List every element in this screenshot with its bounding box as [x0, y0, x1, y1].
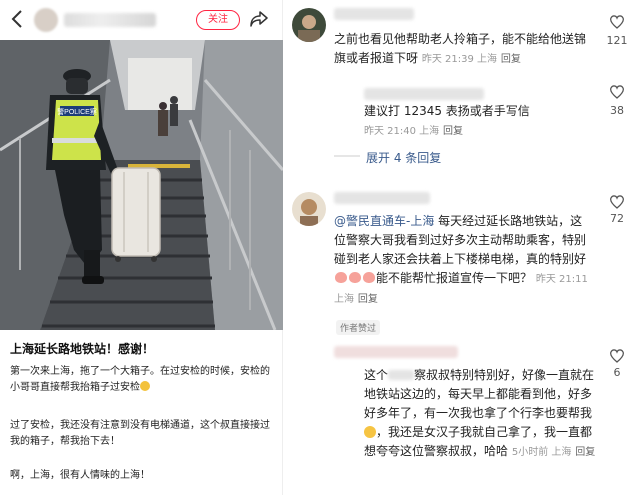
post-photo[interactable]: 警POLICE察 [0, 40, 283, 330]
post-paragraph-1: 第一次来上海，拖了一个大箱子。在过安检的时候，安检的小哥哥直接帮我抬箱子过安检 [10, 366, 270, 393]
reply-button[interactable]: 回复 [501, 54, 521, 65]
like-count: 38 [610, 104, 624, 117]
police-vest-label: 警POLICE察 [57, 107, 97, 116]
heart-icon[interactable] [609, 348, 625, 363]
follow-button[interactable]: 关注 [196, 10, 240, 30]
commenter-name-redacted [334, 346, 458, 358]
mention-link[interactable]: @警民直通车-上海 [334, 214, 434, 228]
like-count: 72 [610, 212, 624, 225]
post-header: 关注 [0, 0, 283, 40]
staircase-scene: 警POLICE察 [0, 40, 283, 330]
post-paragraph-2: 过了安检，我还没有注意到没有电梯通道，这个叔直接接过我的箱子，帮我抬下去！ [10, 420, 270, 447]
reply-button[interactable]: 回复 [575, 447, 595, 458]
comment-3: @警民直通车-上海 每天经过延长路地铁站，这位警察大哥我看到过好多次主动帮助乘客… [334, 214, 588, 305]
author-liked-badge: 作者赞过 [336, 320, 381, 335]
redacted-text [388, 370, 415, 380]
commenter-name-redacted [364, 88, 484, 100]
reply-button[interactable]: 回复 [358, 294, 378, 305]
commenter-name-redacted [334, 192, 430, 204]
comment-time: 昨天 21:40 上海 [364, 126, 440, 137]
crying-emoji-icon [364, 426, 376, 438]
like-count: 121 [606, 34, 628, 47]
back-arrow-icon[interactable] [10, 9, 24, 29]
smile-emoji-icon [140, 381, 150, 391]
comment-4: 这个 察叔叔特别特别好，好像一直就在地铁站这边的，每天早上都能看到他，好多好多年了… [364, 368, 596, 458]
expand-replies-button[interactable]: 展开 4 条回复 [366, 149, 441, 166]
comment-time: 5小时前 上海 [511, 447, 572, 458]
commenter-avatar[interactable] [292, 8, 326, 42]
comment-time: 昨天 21:39 上海 [421, 54, 498, 65]
divider [334, 155, 360, 157]
commenter-avatar[interactable] [292, 192, 326, 226]
heart-icon[interactable] [609, 84, 625, 99]
peach-emoji-icon [349, 272, 361, 283]
author-name-redacted [64, 13, 156, 27]
post-title: 上海延长路地铁站！感谢！ [10, 342, 155, 356]
comments-panel: 之前也看见他帮助老人拎箱子，能不能给他送锦旗或者报道下呀 昨天 21:39 上海… [284, 0, 640, 495]
author-avatar[interactable] [34, 8, 58, 32]
comment-2-meta: 昨天 21:40 上海 回复 [364, 121, 594, 141]
like-count: 6 [613, 366, 621, 379]
heart-icon[interactable] [609, 194, 625, 209]
comment-1: 之前也看见他帮助老人拎箱子，能不能给他送锦旗或者报道下呀 昨天 21:39 上海… [334, 32, 587, 65]
share-icon[interactable] [249, 9, 269, 29]
peach-emoji-icon [363, 272, 375, 283]
comment-2: 建议打 12345 表扬或者手写信 [364, 104, 530, 118]
commenter-name-redacted [334, 8, 414, 20]
post-panel: 关注 警POLICE察 上海延长路地铁站！感谢！ 第一次来上海，拖了一个大箱子。… [0, 0, 283, 495]
reply-button[interactable]: 回复 [443, 126, 463, 137]
peach-emoji-icon [335, 272, 347, 283]
heart-icon[interactable] [609, 14, 625, 29]
post-paragraph-3: 啊，上海，很有人情味的上海！ [10, 470, 150, 481]
